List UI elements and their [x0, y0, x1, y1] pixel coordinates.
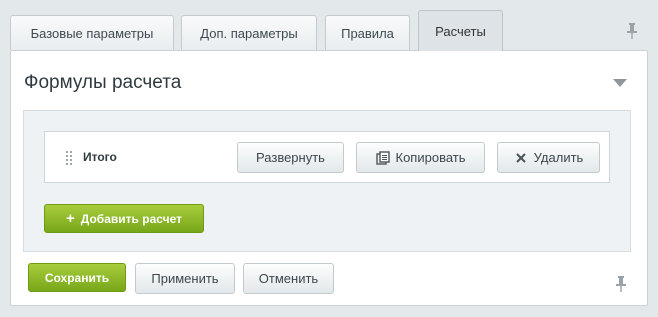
expand-button[interactable]: Развернуть: [237, 142, 344, 173]
calculations-panel: Формулы расчета Итого Развернуть Копиров…: [10, 50, 648, 306]
formula-label: Итого: [83, 150, 117, 164]
tab-rules[interactable]: Правила: [325, 15, 410, 50]
cancel-button[interactable]: Отменить: [243, 263, 334, 294]
formula-row: Итого Развернуть Копировать Удалить: [44, 131, 610, 183]
tab-calculations[interactable]: Расчеты: [418, 10, 503, 51]
cancel-button-label: Отменить: [258, 271, 319, 286]
delete-button-label: Удалить: [533, 150, 584, 165]
panel-title: Формулы расчета: [24, 72, 182, 93]
expand-button-label: Развернуть: [256, 150, 325, 165]
drag-handle-icon[interactable]: [65, 150, 73, 165]
apply-button-label: Применить: [151, 271, 219, 286]
delete-button[interactable]: Удалить: [497, 142, 600, 173]
pin-icon[interactable]: [613, 275, 629, 293]
pin-icon[interactable]: [624, 22, 640, 40]
save-button-label: Сохранить: [44, 270, 110, 285]
copy-icon: [375, 150, 390, 165]
plus-icon: +: [66, 210, 75, 227]
copy-button[interactable]: Копировать: [356, 142, 485, 173]
x-icon: [515, 152, 526, 163]
copy-button-label: Копировать: [395, 150, 466, 165]
add-calculation-button[interactable]: + Добавить расчет: [44, 204, 204, 233]
formulas-container: Итого Развернуть Копировать Удалить + До…: [23, 110, 631, 252]
save-button[interactable]: Сохранить: [28, 263, 126, 292]
apply-button[interactable]: Применить: [135, 263, 235, 294]
add-calculation-label: Добавить расчет: [80, 211, 182, 226]
triangle-down-icon[interactable]: [613, 79, 627, 87]
tab-extra-params[interactable]: Доп. параметры: [181, 15, 317, 50]
tab-basic-params[interactable]: Базовые параметры: [10, 15, 174, 50]
